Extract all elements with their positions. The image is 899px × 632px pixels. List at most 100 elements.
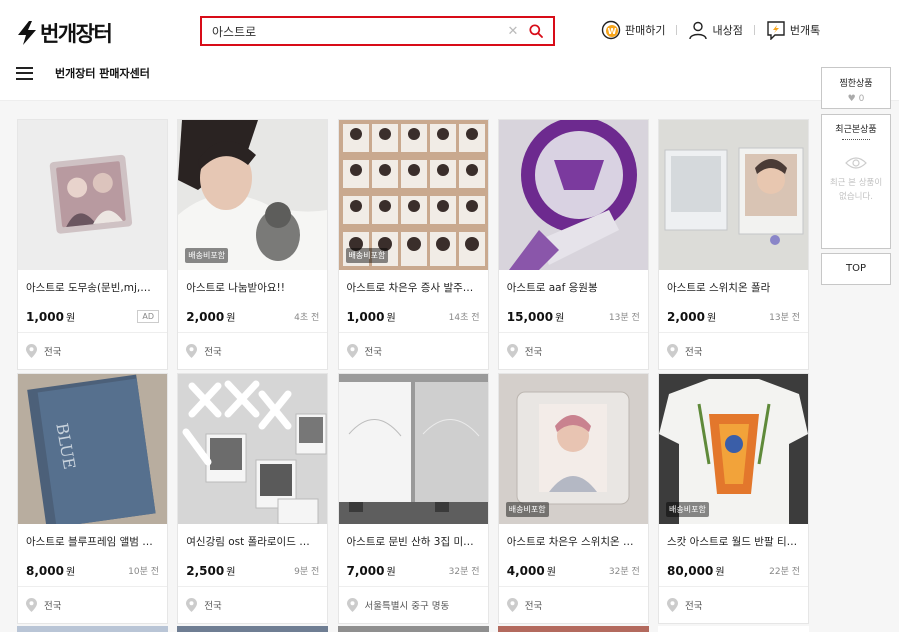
product-image: 배송비포함 — [498, 374, 648, 524]
product-location: 전국 — [18, 587, 167, 622]
product-image-partial — [658, 626, 809, 632]
search-box: ✕ — [200, 16, 555, 46]
posted-time: 22분 전 — [769, 567, 800, 577]
product-card[interactable]: 배송비포함 아스트로 차은우 증사 발주한… 1,000 원 14초 전 전국 — [337, 119, 489, 370]
location-pin-icon — [186, 343, 198, 358]
product-card[interactable]: 아스트로 도무송(문빈,mj,차… 1,000 원 AD 전국 — [17, 119, 168, 370]
product-info: 스캇 아스트로 월드 반팔 티… 80,000 원 22분 전 — [659, 524, 808, 587]
product-price: 2,000 원 — [186, 310, 236, 324]
chat-menu[interactable]: 번개톡 — [766, 20, 820, 40]
wishlist-box[interactable]: 찜한상품 ♥ 0 — [821, 67, 891, 109]
heart-icon: ♥ — [847, 94, 856, 104]
product-price: 1,000 원 — [346, 310, 396, 324]
seller-center-link[interactable]: 번개장터 판매자센터 — [55, 65, 150, 81]
product-title: 스캇 아스트로 월드 반팔 티… — [667, 536, 798, 548]
product-card[interactable]: 아스트로 문빈 산하 3집 미개… 7,000 원 32분 전 서울특별시 중구 … — [337, 373, 489, 624]
location-pin-icon — [667, 597, 678, 612]
product-card[interactable]: 배송비포함 스캇 아스트로 월드 반팔 티… 80,000 원 22분 전 전국 — [658, 373, 809, 624]
product-image — [18, 120, 167, 270]
product-location: 전국 — [659, 333, 808, 368]
product-info: 아스트로 차은우 스위치온 포… 4,000 원 32분 전 — [498, 524, 648, 587]
posted-time: 14초 전 — [448, 313, 480, 323]
product-price: 8,000 원 — [26, 564, 76, 578]
wishlist-count: ♥ 0 — [847, 94, 865, 104]
shipping-included-badge: 배송비포함 — [666, 502, 709, 517]
product-title: 아스트로 블루프레임 앨범 일괄 — [26, 536, 159, 548]
posted-time: 4초 전 — [294, 313, 320, 323]
lightning-logo-icon — [18, 21, 36, 45]
eye-icon — [845, 157, 867, 169]
recent-title: 최근본상품 — [835, 125, 877, 135]
product-location: 전국 — [178, 587, 327, 622]
product-location: 전국 — [499, 587, 648, 622]
wishlist-title: 찜한상품 — [839, 79, 873, 89]
product-info: 아스트로 aaf 응원봉 15,000 원 13분 전 — [498, 270, 648, 333]
my-store-menu[interactable]: 내상점 — [688, 20, 743, 40]
product-card[interactable]: 배송비포함 아스트로 나눔받아요!! 2,000 원 4초 전 전국 — [177, 119, 329, 370]
product-price: 2,000 원 — [667, 310, 717, 324]
sell-won-icon: W — [601, 20, 621, 40]
product-image — [178, 374, 328, 524]
next-row-preview — [17, 626, 809, 632]
sub-navigation: 번개장터 판매자센터 — [16, 65, 150, 81]
ad-badge: AD — [137, 310, 159, 323]
product-image-partial — [177, 626, 329, 632]
posted-time: 13분 전 — [608, 313, 640, 323]
shipping-included-badge: 배송비포함 — [185, 248, 229, 263]
chat-label: 번개톡 — [789, 24, 821, 37]
location-pin-icon — [26, 343, 37, 358]
recent-box: 최근본상품 최근 본 상품이 없습니다. — [821, 114, 891, 249]
location-pin-icon — [506, 597, 518, 612]
my-store-label: 내상점 — [712, 24, 743, 37]
product-location: 서울특별시 중구 명동 — [339, 587, 488, 622]
product-info: 여신강림 ost 폴라로이드 아… 2,500 원 9분 전 — [178, 524, 328, 587]
top-button[interactable]: TOP — [821, 253, 891, 285]
posted-time: 10분 전 — [128, 567, 159, 577]
shipping-included-badge: 배송비포함 — [345, 248, 389, 263]
clear-icon[interactable]: ✕ — [504, 24, 522, 39]
product-image — [659, 120, 808, 270]
product-image: BLUE — [18, 374, 167, 524]
product-image-partial — [17, 626, 168, 632]
top-label: TOP — [821, 253, 891, 285]
product-card[interactable]: 아스트로 aaf 응원봉 15,000 원 13분 전 전국 — [497, 119, 649, 370]
product-card[interactable]: 배송비포함 아스트로 차은우 스위치온 포… 4,000 원 32분 전 전국 — [497, 373, 649, 624]
location-pin-icon — [346, 343, 358, 358]
search-input[interactable] — [202, 24, 504, 38]
product-image-partial — [497, 626, 649, 632]
posted-time: 9분 전 — [294, 567, 320, 577]
product-price: 1,000 원 — [26, 310, 76, 324]
location-pin-icon — [186, 597, 198, 612]
product-image: 배송비포함 — [338, 120, 488, 270]
menu-divider — [676, 25, 678, 35]
product-title: 여신강림 ost 폴라로이드 아… — [186, 536, 320, 548]
sell-menu[interactable]: W 판매하기 — [601, 20, 665, 40]
search-button[interactable] — [525, 20, 547, 42]
logo[interactable]: 번개장터 — [17, 18, 113, 48]
product-card[interactable]: 아스트로 스위치온 폴라 2,000 원 13분 전 전국 — [658, 119, 809, 370]
search-icon — [529, 24, 543, 38]
product-price: 7,000 원 — [346, 564, 396, 578]
user-icon — [689, 21, 708, 40]
sell-label: 판매하기 — [625, 24, 666, 37]
product-title: 아스트로 aaf 응원봉 — [506, 282, 598, 294]
location-pin-icon — [667, 343, 678, 358]
product-location: 전국 — [659, 587, 808, 622]
product-location: 전국 — [499, 333, 648, 368]
product-title: 아스트로 스위치온 폴라 — [667, 282, 771, 294]
product-location: 전국 — [339, 333, 488, 368]
product-price: 15,000 원 — [506, 310, 565, 324]
product-image — [498, 120, 648, 270]
posted-time: 32분 전 — [448, 567, 480, 577]
svg-text:W: W — [608, 27, 617, 36]
product-info: 아스트로 차은우 증사 발주한… 1,000 원 14초 전 — [338, 270, 488, 333]
product-card[interactable]: BLUE 아스트로 블루프레임 앨범 일괄 8,000 원 10분 전 전국 — [17, 373, 168, 624]
menu-divider — [753, 25, 755, 35]
recent-empty-text: 최근 본 상품이 없습니다. — [829, 178, 883, 202]
product-info: 아스트로 문빈 산하 3집 미개… 7,000 원 32분 전 — [338, 524, 488, 587]
location-pin-icon — [346, 597, 358, 612]
product-info: 아스트로 나눔받아요!! 2,000 원 4초 전 — [178, 270, 328, 333]
product-image-partial — [337, 626, 489, 632]
product-card[interactable]: 여신강림 ost 폴라로이드 아… 2,500 원 9분 전 전국 — [177, 373, 329, 624]
hamburger-menu-icon[interactable] — [16, 66, 33, 80]
